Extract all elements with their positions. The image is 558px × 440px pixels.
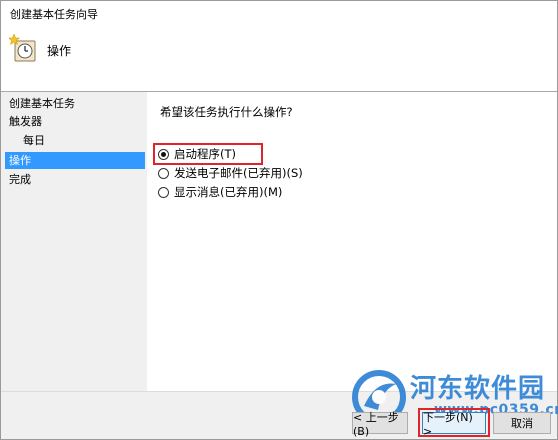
- cancel-button[interactable]: 取消: [493, 412, 551, 434]
- window-title: 创建基本任务向导: [10, 8, 98, 21]
- option-show-message[interactable]: 显示消息(已弃用)(M): [158, 183, 282, 201]
- back-button[interactable]: < 上一步(B): [352, 411, 408, 438]
- watermark-text: 河东软件园: [410, 374, 546, 404]
- title-bar: 创建基本任务向导: [1, 1, 557, 25]
- nav-step-action[interactable]: 操作: [5, 152, 145, 169]
- action-question: 希望该任务执行什么操作?: [160, 105, 293, 119]
- nav-step-finish[interactable]: 完成: [5, 171, 145, 188]
- wizard-steps-nav: 创建基本任务 触发器 每日 操作 完成: [1, 92, 147, 391]
- option-send-email-label[interactable]: 发送电子邮件(已弃用)(S): [174, 165, 303, 181]
- clock-star-icon: [7, 33, 37, 63]
- radio-show-message[interactable]: [158, 186, 169, 198]
- wizard-header: 操作: [1, 25, 557, 91]
- option-show-message-label[interactable]: 显示消息(已弃用)(M): [174, 184, 282, 200]
- page-title: 操作: [47, 44, 72, 58]
- nav-step-create-basic-task[interactable]: 创建基本任务: [5, 95, 145, 112]
- radio-send-email[interactable]: [158, 167, 169, 179]
- start-program-highlight-box: [153, 143, 263, 165]
- wizard-content: 希望该任务执行什么操作? 启动程序(T) 发送电子邮件(已弃用)(S) 显示消息…: [147, 92, 557, 391]
- next-button-highlight-box: [418, 408, 490, 437]
- nav-step-daily[interactable]: 每日: [5, 132, 145, 149]
- nav-step-trigger[interactable]: 触发器: [5, 113, 145, 130]
- option-send-email[interactable]: 发送电子邮件(已弃用)(S): [158, 164, 303, 182]
